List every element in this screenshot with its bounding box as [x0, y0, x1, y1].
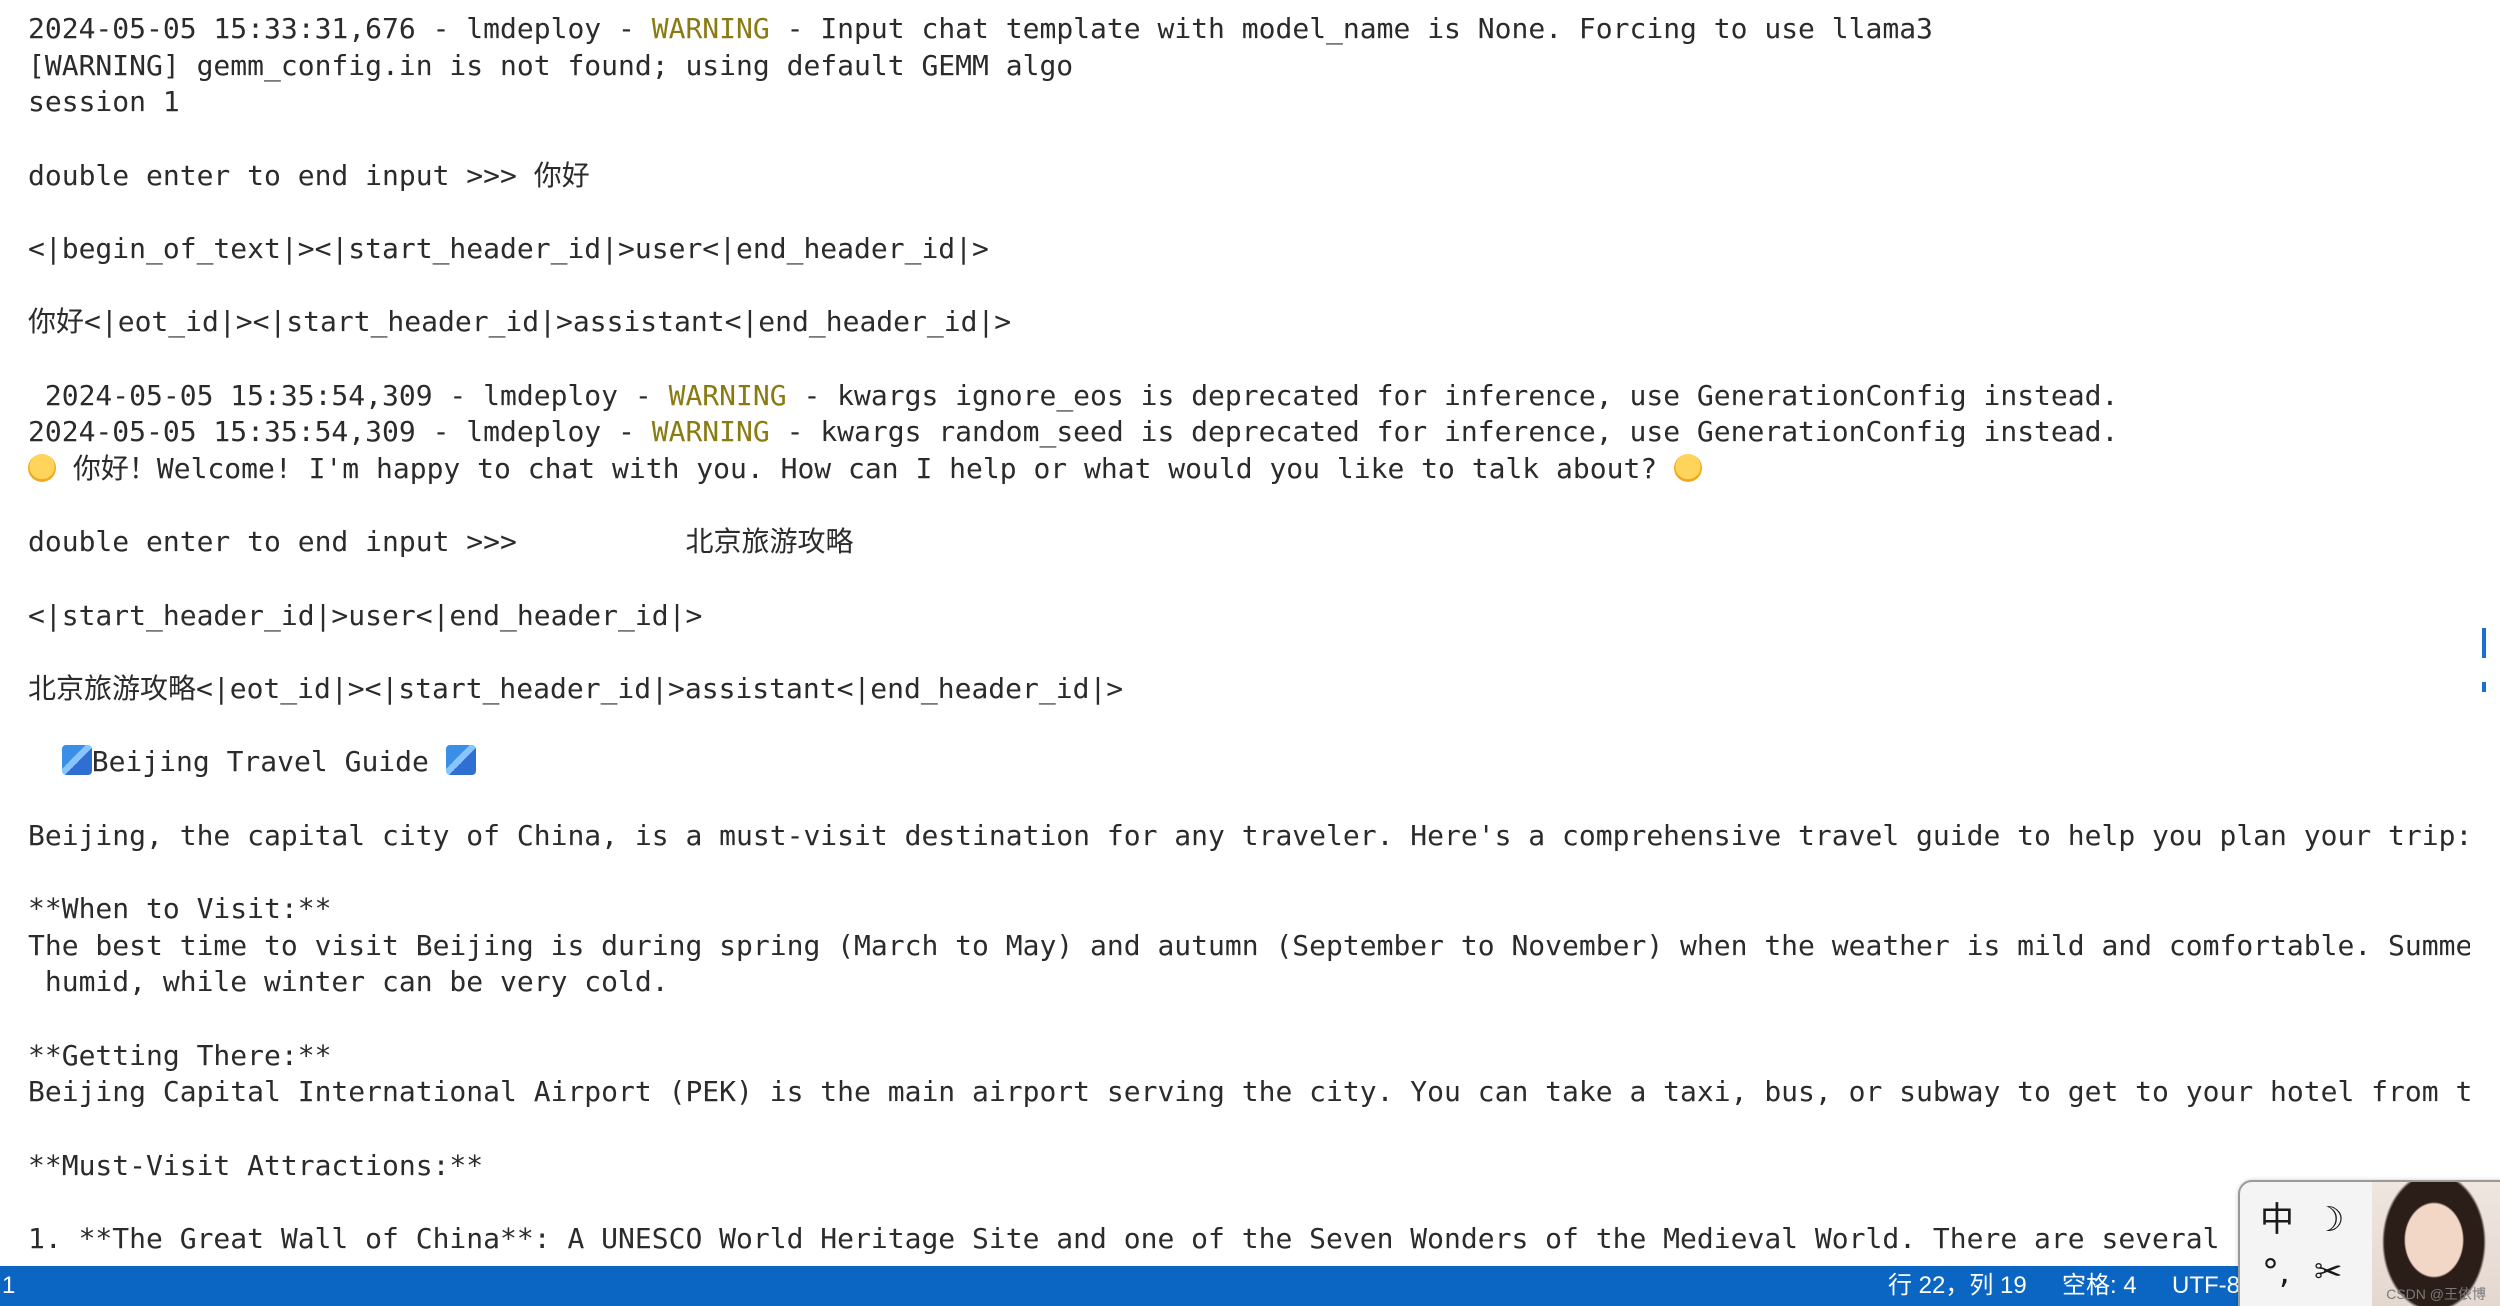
terminal-line: double enter to end input >>> 北京旅游攻略 — [28, 525, 853, 559]
terminal-text: <|begin_of_text|><|start_header_id|>user… — [28, 232, 989, 266]
terminal-text: 2024-05-05 15:33:31,676 - lmdeploy - — [28, 12, 652, 45]
indentation-setting[interactable]: 空格: 4 — [2062, 1266, 2137, 1306]
terminal-text: - kwargs ignore_eos is deprecated for in… — [786, 378, 2119, 412]
terminal-text: **When to Visit:** — [28, 892, 332, 926]
smiling-face-emoji — [28, 454, 56, 483]
status-bar: 1 行 22，列 19 空格: 4 UTF-8 — [0, 1266, 2500, 1306]
terminal-line: [WARNING] gemm_config.in is not found; u… — [28, 49, 1073, 83]
terminal-line: Beijing, the capital city of China, is a… — [28, 819, 2470, 853]
terminal-text: **Getting There:** — [28, 1038, 332, 1072]
terminal-text: double enter to end input >>> 你好 — [28, 158, 590, 192]
overview-ruler[interactable] — [2470, 0, 2500, 1266]
terminal-line: 你好！Welcome! I'm happy to chat with you. … — [28, 452, 1703, 486]
punctuation-toggle[interactable]: °, — [2262, 1252, 2290, 1292]
terminal-text: 你好<|eot_id|><|start_header_id|>assistant… — [28, 305, 1012, 339]
globe-emoji — [445, 745, 476, 776]
terminal-text: <|start_header_id|>user<|end_header_id|> — [28, 598, 703, 632]
terminal-line: <|begin_of_text|><|start_header_id|>user… — [28, 232, 989, 266]
terminal-line: Beijing Travel Guide — [28, 745, 476, 779]
terminal-output[interactable]: 2024-05-05 15:33:31,676 - lmdeploy - WAR… — [0, 0, 2470, 1266]
terminal-line: double enter to end input >>> 你好 — [28, 159, 590, 193]
encoding-setting[interactable]: UTF-8 — [2172, 1266, 2240, 1306]
terminal-line: **Getting There:** — [28, 1039, 331, 1073]
terminal-line: 你好<|eot_id|><|start_header_id|>assistant… — [28, 305, 1011, 339]
terminal-line: humid, while winter can be very cold. — [28, 965, 669, 999]
terminal-line: 2024-05-05 15:33:31,676 - lmdeploy - WAR… — [28, 12, 1933, 46]
globe-emoji — [61, 745, 92, 776]
terminal-line: 1. **The Great Wall of China**: A UNESCO… — [28, 1222, 2470, 1256]
terminal-line: **Must-Visit Attractions:** — [28, 1149, 483, 1183]
terminal-text: 1. **The Great Wall of China**: A UNESCO… — [28, 1222, 2470, 1256]
ime-language-toggle[interactable]: 中 — [2260, 1200, 2294, 1240]
terminal-line: <|start_header_id|>user<|end_header_id|> — [28, 599, 702, 633]
terminal-text: The best time to visit Beijing is during… — [28, 928, 2470, 962]
terminal-text: - Input chat template with model_name is… — [769, 12, 1933, 45]
terminal-text: 你好！Welcome! I'm happy to chat with you. … — [56, 452, 1675, 486]
terminal-text: Beijing Travel Guide — [91, 745, 446, 779]
terminal-text: session 1 — [28, 85, 180, 119]
terminal-text: [WARNING] gemm_config.in is not found; u… — [28, 48, 1074, 82]
watermark: CSDN @王依博 — [2386, 1286, 2486, 1302]
warning-level-label: WARNING — [668, 378, 787, 412]
scroll-marker — [2482, 682, 2486, 692]
terminal-line: session 1 — [28, 85, 180, 119]
terminal-line: 2024-05-05 15:35:54,309 - lmdeploy - WAR… — [28, 415, 2118, 449]
butterfly-icon[interactable]: ✂ — [2314, 1252, 2343, 1292]
terminal-text: double enter to end input >>> 北京旅游攻略 — [28, 525, 854, 559]
terminal-text: 北京旅游攻略<|eot_id|><|start_header_id|>assis… — [28, 672, 1124, 706]
warning-level-label: WARNING — [651, 415, 770, 449]
cursor-position[interactable]: 行 22，列 19 — [1888, 1266, 2027, 1306]
terminal-line: Beijing Capital International Airport (P… — [28, 1075, 2470, 1109]
terminal-text: Beijing Capital International Airport (P… — [28, 1075, 2470, 1109]
moon-icon[interactable]: ☽ — [2314, 1200, 2344, 1240]
terminal-line: The best time to visit Beijing is during… — [28, 929, 2470, 963]
terminal-text: - kwargs random_seed is deprecated for i… — [769, 415, 2119, 449]
thinking-face-emoji — [1674, 454, 1703, 483]
terminal-text: **Must-Visit Attractions:** — [28, 1148, 484, 1182]
terminal-text: 2024-05-05 15:35:54,309 - lmdeploy - — [28, 415, 652, 449]
terminal-text: 2024-05-05 15:35:54,309 - lmdeploy - — [28, 378, 669, 412]
terminal-text: Beijing, the capital city of China, is a… — [28, 818, 2470, 852]
terminal-text: humid, while winter can be very cold. — [28, 965, 669, 999]
terminal-line: **When to Visit:** — [28, 892, 331, 926]
terminal-line: 2024-05-05 15:35:54,309 - lmdeploy - WAR… — [28, 378, 2119, 413]
terminal-line: 北京旅游攻略<|eot_id|><|start_header_id|>assis… — [28, 672, 1123, 706]
scroll-marker — [2482, 628, 2486, 658]
warning-level-label: WARNING — [651, 12, 770, 45]
status-line-indicator[interactable]: 1 — [0, 1266, 15, 1306]
